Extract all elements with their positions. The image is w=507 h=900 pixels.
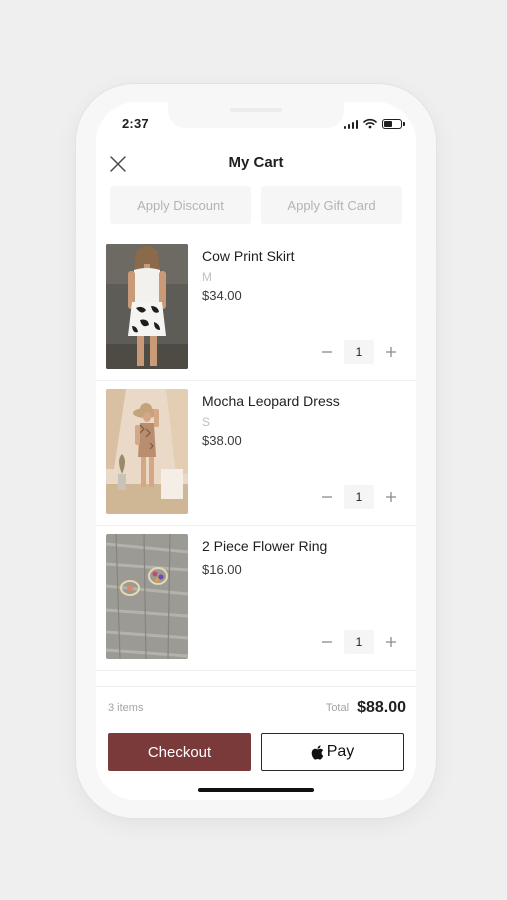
wifi-icon: [363, 118, 377, 129]
product-name[interactable]: 2 Piece Flower Ring: [202, 538, 327, 554]
decrease-quantity-button[interactable]: [318, 343, 336, 361]
product-name[interactable]: Mocha Leopard Dress: [202, 393, 340, 409]
decrease-quantity-button[interactable]: [318, 488, 336, 506]
promo-row: Apply Discount Apply Gift Card: [110, 186, 402, 224]
quantity-stepper: 1: [318, 485, 400, 509]
cart-items-list: Cow Print Skirt M $34.00 1 Mocha Leopard…: [96, 236, 416, 671]
product-price: $38.00: [202, 433, 242, 448]
cellular-signal-icon: [343, 119, 358, 129]
battery-icon: [382, 118, 405, 129]
quantity-value[interactable]: 1: [344, 630, 374, 654]
speaker: [230, 108, 282, 112]
minus-icon: [322, 641, 332, 643]
minus-icon: [322, 496, 332, 498]
plus-icon: [386, 492, 396, 502]
product-size: S: [202, 415, 211, 429]
product-image[interactable]: [106, 534, 188, 659]
mute-switch: [73, 188, 76, 210]
quantity-stepper: 1: [318, 340, 400, 364]
apple-pay-label: Pay: [326, 743, 355, 760]
checkout-actions: Checkout Pay: [108, 733, 404, 771]
quantity-stepper: 1: [318, 630, 400, 654]
total-value: $88.00: [357, 699, 406, 716]
product-name[interactable]: Cow Print Skirt: [202, 248, 295, 264]
item-count: 3 items: [108, 702, 144, 714]
page-title: My Cart: [228, 154, 284, 171]
battery-level: [384, 120, 392, 127]
status-time: 2:37: [122, 116, 149, 131]
apply-gift-card-button[interactable]: Apply Gift Card: [261, 186, 402, 224]
increase-quantity-button[interactable]: [382, 343, 400, 361]
quantity-value[interactable]: 1: [344, 340, 374, 364]
power-button: [436, 244, 439, 310]
product-price: $34.00: [202, 288, 242, 303]
total-label: Total: [325, 702, 350, 714]
product-image[interactable]: [106, 389, 188, 514]
cart-item: 2 Piece Flower Ring $16.00 1: [96, 526, 416, 671]
phone-frame: 2:37 My Cart Apply Discount Apply Gift C…: [73, 84, 439, 818]
status-icons: [343, 118, 405, 129]
plus-icon: [386, 637, 396, 647]
volume-down-button: [73, 284, 76, 328]
increase-quantity-button[interactable]: [382, 633, 400, 651]
app-screen: 2:37 My Cart Apply Discount Apply Gift C…: [96, 102, 416, 800]
home-indicator[interactable]: [198, 788, 314, 792]
cart-item: Cow Print Skirt M $34.00 1: [96, 236, 416, 381]
plus-icon: [386, 347, 396, 357]
cart-header: My Cart: [96, 146, 416, 182]
volume-up-button: [73, 230, 76, 274]
decrease-quantity-button[interactable]: [318, 633, 336, 651]
cart-footer: 3 items Total $88.00 Checkout Pay: [96, 686, 416, 800]
quantity-value[interactable]: 1: [344, 485, 374, 509]
cart-item: Mocha Leopard Dress S $38.00 1: [96, 381, 416, 526]
increase-quantity-button[interactable]: [382, 488, 400, 506]
apple-pay-button[interactable]: Pay: [261, 733, 404, 771]
order-summary: 3 items Total $88.00: [108, 697, 406, 719]
checkout-button[interactable]: Checkout: [108, 733, 251, 771]
notch: [168, 102, 344, 128]
minus-icon: [322, 351, 332, 353]
product-size: M: [202, 270, 212, 284]
apply-discount-button[interactable]: Apply Discount: [110, 186, 251, 224]
product-price: $16.00: [202, 562, 242, 577]
product-image[interactable]: [106, 244, 188, 369]
apple-icon: [311, 744, 323, 760]
